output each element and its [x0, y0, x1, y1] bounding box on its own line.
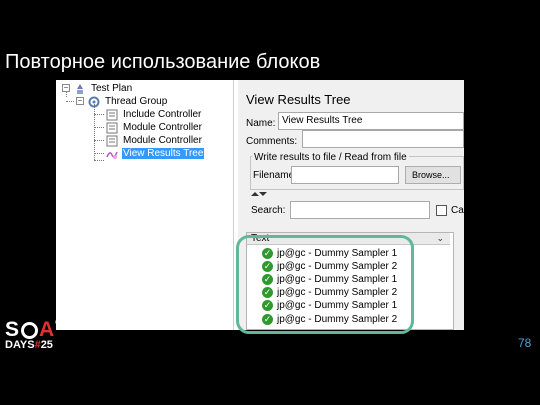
tree-item-label: Test Plan [91, 83, 133, 94]
tree-item-module-controller[interactable]: Module Controller [106, 134, 203, 147]
logo-o-icon [21, 321, 39, 339]
search-input[interactable] [290, 201, 430, 219]
tree-item-label: Module Controller [123, 135, 202, 146]
panel-title: View Results Tree [246, 92, 351, 107]
write-results-label: Write results to file / Read from file [252, 152, 409, 163]
logo-number: 25 [40, 339, 53, 351]
search-label: Search: [251, 205, 286, 216]
test-plan-icon [74, 83, 87, 95]
case-sensitive-checkbox[interactable] [436, 205, 447, 216]
collapse-toggle[interactable]: − [76, 97, 84, 105]
tree-item-thread-group[interactable]: Thread Group [88, 95, 168, 108]
tree-item-label: Include Controller [123, 109, 202, 120]
soa-days-logo: S A ® DAYS#25 [5, 318, 62, 351]
tree-item-include-controller[interactable]: Include Controller [106, 108, 202, 121]
results-highlight-frame [236, 235, 414, 334]
splitter-down-icon[interactable] [259, 192, 267, 196]
tree-item-view-results-tree[interactable]: View Results Tree [106, 147, 205, 160]
slide-title: Повторное использование блоков [5, 51, 321, 73]
comments-field[interactable] [302, 130, 464, 148]
name-field[interactable]: View Results Tree [278, 112, 464, 130]
collapse-toggle[interactable]: − [62, 84, 70, 92]
tree-item-label: View Results Tree [122, 148, 205, 159]
filename-label: Filename [253, 170, 295, 181]
logo-days: DAYS [5, 339, 35, 351]
controller-icon [106, 135, 119, 147]
splitter-up-icon[interactable] [251, 192, 259, 196]
logo-mark: ® [55, 318, 63, 327]
controller-icon [106, 109, 119, 121]
controller-icon [106, 122, 119, 134]
case-label: Cas [451, 205, 464, 216]
browse-button[interactable]: Browse... [405, 166, 461, 184]
filename-field[interactable] [291, 166, 399, 184]
tree-item-module-controller[interactable]: Module Controller [106, 121, 203, 134]
tree-item-label: Thread Group [105, 96, 168, 107]
tree-item-label: Module Controller [123, 122, 202, 133]
test-plan-tree: − Test Plan − Thread Group Include Contr… [56, 80, 234, 330]
listener-icon [106, 148, 119, 160]
tree-item-test-plan[interactable]: Test Plan [74, 82, 133, 95]
page-number: 78 [518, 336, 532, 350]
comments-label: Comments: [246, 136, 298, 147]
chevron-down-icon[interactable]: ⌄ [436, 233, 444, 244]
name-label: Name: [246, 118, 276, 129]
